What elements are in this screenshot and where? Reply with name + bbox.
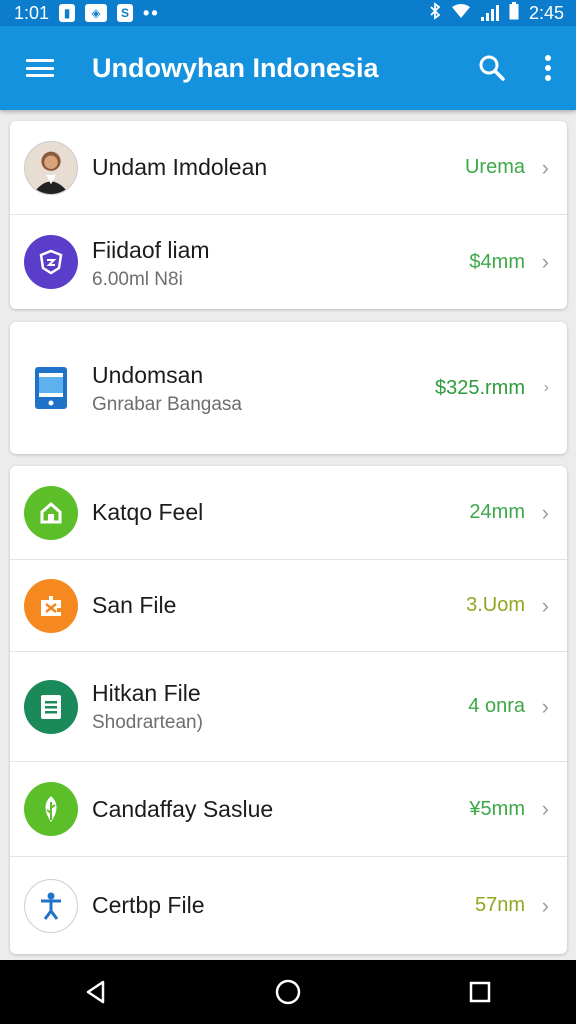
status-right: 2:45 xyxy=(429,1,564,25)
item-title: Undam Imdolean xyxy=(92,154,268,180)
tablet-icon xyxy=(24,361,78,415)
chevron-right-icon: › xyxy=(541,499,549,525)
person-avatar xyxy=(24,140,78,195)
leaf-icon xyxy=(24,782,78,836)
card-2: Undomsan Gnrabar Bangasa $325.rmm › xyxy=(10,322,567,454)
item-value: 4 onra xyxy=(468,695,525,717)
home-icon xyxy=(24,485,78,540)
back-icon xyxy=(86,980,105,1004)
system-nav-bar xyxy=(0,960,576,1024)
chevron-right-icon: › xyxy=(541,249,549,274)
item-subtitle: 6.00ml N8i xyxy=(92,269,183,290)
list-item[interactable]: Hitkan File Shodrartean) 4 onra › xyxy=(10,652,567,762)
search-button[interactable] xyxy=(464,26,520,110)
battery-icon xyxy=(509,1,519,25)
item-title: Candaffay Saslue xyxy=(92,795,274,822)
card-1: Undam Imdolean Urema › Fiidaof liam 6.00… xyxy=(10,121,567,309)
chevron-right-icon: › xyxy=(541,592,549,618)
home-button[interactable] xyxy=(248,960,328,1024)
shield-icon xyxy=(24,235,78,289)
status-time: 1:01 xyxy=(14,2,50,23)
recents-button[interactable] xyxy=(440,960,520,1024)
list-item[interactable]: Undam Imdolean Urema › xyxy=(10,121,567,215)
menu-button[interactable] xyxy=(0,26,80,110)
app-bar: Undowyhan Indonesia xyxy=(0,26,576,110)
list-item[interactable]: San File 3.Uom › xyxy=(10,560,567,652)
more-vert-icon xyxy=(545,55,551,81)
chevron-right-icon: › xyxy=(541,154,549,180)
back-button[interactable] xyxy=(56,960,136,1024)
item-title: Hitkan File xyxy=(92,680,201,706)
list-item[interactable]: Katqo Feel 24mm › xyxy=(10,466,567,560)
status-left: 1:01 ▮ ◈ S •• xyxy=(14,3,160,24)
list-item[interactable]: Certbp File 57nm › xyxy=(10,857,567,954)
bluetooth-icon xyxy=(429,1,441,25)
item-value: 24mm xyxy=(469,501,525,523)
item-subtitle: Gnrabar Bangasa xyxy=(92,394,242,415)
item-subtitle: Shodrartean) xyxy=(92,712,203,733)
item-value: 57nm xyxy=(474,894,525,916)
item-title: San File xyxy=(92,592,177,618)
search-icon xyxy=(479,55,505,81)
more-notifications-icon: •• xyxy=(143,2,160,23)
hamburger-icon xyxy=(26,59,54,77)
chevron-right-icon: › xyxy=(541,796,549,821)
list-item[interactable]: Fiidaof liam 6.00ml N8i $4mm › xyxy=(10,215,567,309)
home-circle-icon xyxy=(275,979,301,1005)
chevron-right-icon: › xyxy=(541,693,549,719)
item-value: Urema xyxy=(464,156,525,178)
signal-icon xyxy=(480,5,499,21)
card-3: Katqo Feel 24mm › San File 3.Uom › Hitka… xyxy=(10,466,567,954)
chevron-right-icon: › xyxy=(541,892,549,918)
item-title: Katqo Feel xyxy=(92,499,204,525)
item-title: Undomsan xyxy=(92,362,204,388)
item-value: $4mm xyxy=(469,250,525,273)
item-value: ¥5mm xyxy=(469,797,525,820)
list-item[interactable]: Candaffay Saslue ¥5mm › xyxy=(10,762,567,857)
notification-icon: ▮ xyxy=(59,4,76,22)
recents-icon xyxy=(469,981,491,1003)
chevron-right-icon: › xyxy=(543,379,549,396)
notification-app-icon: ◈ xyxy=(85,4,108,22)
status-bar: 1:01 ▮ ◈ S •• 2:45 xyxy=(0,0,576,26)
figure-icon xyxy=(24,878,78,933)
wifi-icon xyxy=(451,3,471,24)
item-value: $325.rmm xyxy=(434,376,525,399)
item-value: 3.Uom xyxy=(466,594,525,616)
document-icon xyxy=(24,679,78,734)
list-item[interactable]: Undomsan Gnrabar Bangasa $325.rmm › xyxy=(10,322,567,454)
item-title: Certbp File xyxy=(92,892,205,918)
overflow-menu-button[interactable] xyxy=(520,26,576,110)
notification-s-icon: S xyxy=(117,4,134,22)
puzzle-icon xyxy=(24,578,78,633)
item-title: Fiidaof liam xyxy=(92,237,210,263)
status-clock: 2:45 xyxy=(528,2,564,23)
page-title: Undowyhan Indonesia xyxy=(92,52,379,83)
